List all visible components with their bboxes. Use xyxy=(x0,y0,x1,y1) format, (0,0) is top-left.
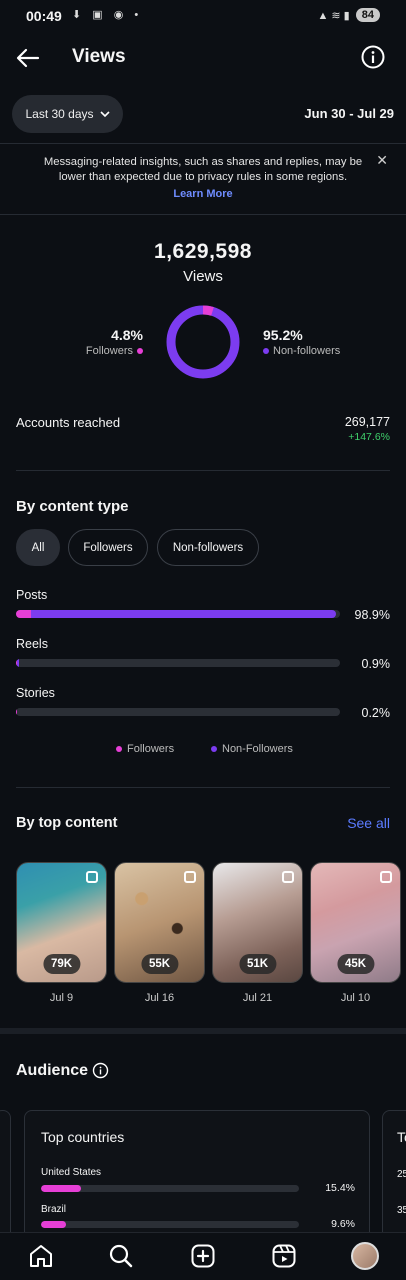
profile-avatar[interactable] xyxy=(351,1242,379,1270)
country-percentage: 9.6% xyxy=(331,1218,355,1230)
thumbnail-views: 45K xyxy=(336,954,375,974)
legend-followers: Followers xyxy=(116,743,174,755)
top-content-thumbnail[interactable]: 79K xyxy=(16,862,107,983)
carousel-icon xyxy=(86,871,98,883)
status-icons: ▲ ≋ ▮ 84 xyxy=(317,8,380,22)
thumbnail-date: Jul 21 xyxy=(242,992,273,1004)
info-icon[interactable] xyxy=(360,44,386,70)
next-card-value: 25 xyxy=(397,1169,406,1180)
reels-percentage: 0.9% xyxy=(361,657,391,671)
privacy-notice-text: Messaging-related insights, such as shar… xyxy=(43,156,363,183)
content-type-title: By content type xyxy=(16,498,129,515)
top-content-thumbnail[interactable]: 45K xyxy=(310,862,401,983)
audience-title: Audience xyxy=(16,1062,89,1079)
posts-percentage: 98.9% xyxy=(354,608,390,622)
learn-more-link[interactable]: Learn More xyxy=(0,188,406,200)
battery-indicator: 84 xyxy=(355,8,380,22)
divider xyxy=(0,143,406,144)
carousel-icon xyxy=(380,871,392,883)
chip-followers[interactable]: Followers xyxy=(68,529,148,566)
posts-label: Posts xyxy=(16,588,48,602)
date-range-text: Jun 30 - Jul 29 xyxy=(304,106,394,121)
page-title: Views xyxy=(72,46,126,67)
accounts-reached-value: 269,177 xyxy=(344,415,390,429)
close-icon[interactable]: ✕ xyxy=(376,152,388,169)
top-countries-title: Top countries xyxy=(41,1129,125,1145)
reels-icon[interactable] xyxy=(271,1243,297,1269)
stories-percentage: 0.2% xyxy=(361,706,391,720)
legend-non-followers-dot xyxy=(211,746,217,752)
carousel-icon xyxy=(282,871,294,883)
stories-bar xyxy=(16,708,340,716)
country-label: United States xyxy=(41,1167,102,1178)
top-content-title: By top content xyxy=(16,815,118,831)
thumbnail-views: 55K xyxy=(140,954,179,974)
legend-non-followers: Non-Followers xyxy=(211,743,293,755)
followers-donut-chart xyxy=(166,305,240,379)
accounts-reached-change: +147.6% xyxy=(348,431,390,443)
top-content-thumbnail[interactable]: 55K xyxy=(114,862,205,983)
non-followers-dot xyxy=(263,348,269,354)
followers-percentage: 4.8% xyxy=(111,327,143,343)
search-icon[interactable] xyxy=(108,1243,134,1269)
country-percentage: 15.4% xyxy=(325,1182,355,1194)
donut-non-followers xyxy=(166,305,240,379)
reels-label: Reels xyxy=(16,637,48,651)
posts-bar xyxy=(16,610,340,618)
chip-all[interactable]: All xyxy=(16,529,60,566)
legend-followers-dot xyxy=(116,746,122,752)
divider xyxy=(16,470,390,471)
notification-icons: ⬇ ▣ ◉ • xyxy=(72,9,143,21)
non-followers-label: Non-followers xyxy=(263,345,340,357)
total-views: 1,629,598 xyxy=(154,240,252,263)
status-time: 00:49 xyxy=(26,8,62,24)
back-arrow-icon[interactable] xyxy=(14,44,42,72)
thumbnail-date: Jul 10 xyxy=(340,992,371,1004)
followers-label: Followers xyxy=(86,345,143,357)
total-views-label: Views xyxy=(183,268,223,285)
create-icon[interactable] xyxy=(190,1243,216,1269)
thumbnail-views: 51K xyxy=(238,954,277,974)
followers-dot xyxy=(137,348,143,354)
home-icon[interactable] xyxy=(28,1243,54,1269)
next-card-value: 35 xyxy=(397,1205,406,1216)
country-bar xyxy=(41,1185,299,1192)
accounts-reached-label: Accounts reached xyxy=(16,415,121,430)
signal-icon: ▲ ≋ ▮ xyxy=(317,9,350,22)
carousel-icon xyxy=(184,871,196,883)
stories-label: Stories xyxy=(16,686,55,700)
date-range-label: Last 30 days xyxy=(25,107,94,121)
chevron-down-icon xyxy=(99,111,110,118)
section-divider xyxy=(0,1028,406,1034)
country-bar xyxy=(41,1221,299,1228)
date-range-dropdown[interactable]: Last 30 days xyxy=(12,95,123,133)
divider xyxy=(16,787,390,788)
country-label: Brazil xyxy=(41,1204,67,1215)
chip-non-followers[interactable]: Non-followers xyxy=(157,529,259,566)
see-all-link[interactable]: See all xyxy=(347,815,390,831)
thumbnail-date: Jul 9 xyxy=(49,992,74,1004)
thumbnail-views: 79K xyxy=(42,954,81,974)
next-card-title: To xyxy=(397,1129,406,1145)
info-icon[interactable] xyxy=(92,1062,109,1079)
non-followers-percentage: 95.2% xyxy=(263,327,303,343)
divider xyxy=(0,214,406,215)
top-content-thumbnail[interactable]: 51K xyxy=(212,862,303,983)
reels-bar xyxy=(16,659,340,667)
thumbnail-date: Jul 16 xyxy=(144,992,175,1004)
